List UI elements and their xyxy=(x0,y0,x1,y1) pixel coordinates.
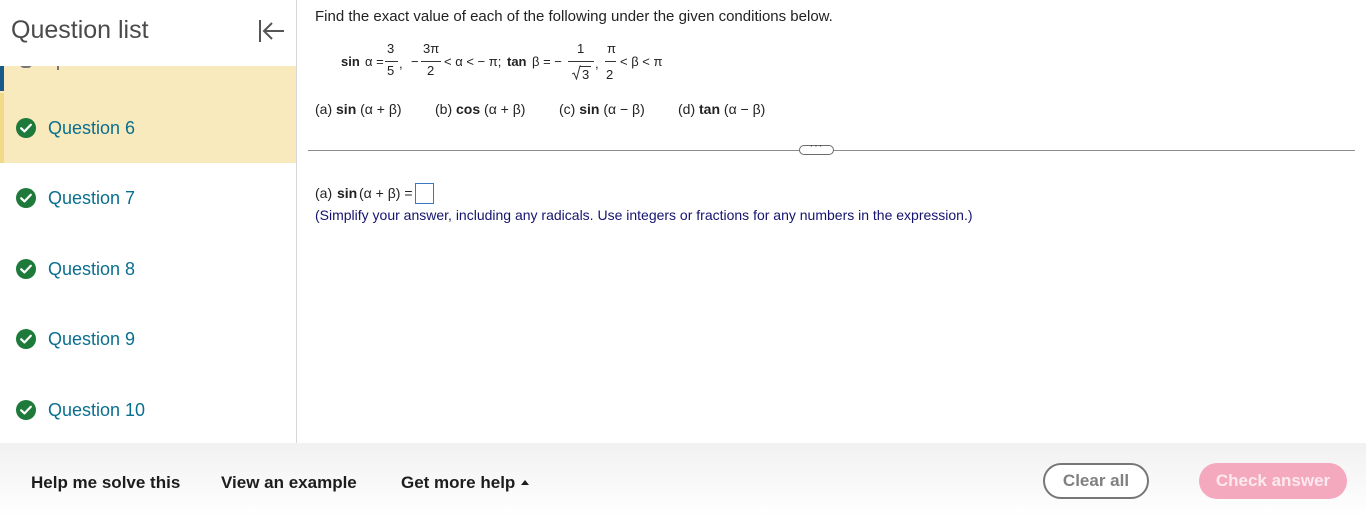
frac1-denominator: 5 xyxy=(387,63,395,78)
part-prefix: (a) xyxy=(315,101,333,117)
tan-label: tan xyxy=(507,54,527,69)
question-label: Question 10 xyxy=(48,400,146,420)
answer-line: (a) sin (α + β) = xyxy=(315,183,715,207)
question-item-6[interactable]: Question 6 xyxy=(0,93,296,163)
current-indicator xyxy=(0,66,4,91)
question-panel: Find the exact value of each of the foll… xyxy=(297,0,1366,443)
frac1-numerator: 3 xyxy=(387,41,395,56)
frac3-denominator: 3 xyxy=(582,67,590,82)
part-func: tan xyxy=(699,101,721,117)
answer-hint: (Simplify your answer, including any rad… xyxy=(315,207,973,223)
part-arg: (α + β) xyxy=(484,101,526,117)
comma: , xyxy=(595,56,599,71)
answer-input[interactable] xyxy=(415,183,434,204)
current-question-bar xyxy=(0,93,4,163)
part-arg: (α − β) xyxy=(603,101,645,117)
part-b: (b) cos (α + β) xyxy=(435,101,525,117)
frac1-line xyxy=(385,61,398,62)
caret-up-icon xyxy=(521,480,530,485)
ellipsis-icon: ··· xyxy=(809,140,824,152)
frac3-line xyxy=(568,61,594,62)
frac3-numerator: 1 xyxy=(577,41,585,56)
question-parts: (a) sin (α + β) (b) cos (α + β) (c) sin … xyxy=(315,101,915,121)
beta-equals: β = − xyxy=(532,54,562,69)
answer-arg: (α + β) = xyxy=(359,185,413,201)
view-example-link[interactable]: View an example xyxy=(221,473,357,493)
comma: , xyxy=(399,56,403,71)
given-conditions: sin α = 3 5 , − 3π 2 < α < − π; tan β = … xyxy=(341,38,741,88)
check-circle-icon xyxy=(16,118,36,138)
question-label: Question 8 xyxy=(48,259,136,279)
part-func: sin xyxy=(579,101,600,117)
question-item-7[interactable]: Question 7 xyxy=(0,163,296,233)
question-instruction: Find the exact value of each of the foll… xyxy=(315,8,833,25)
part-c: (c) sin (α − β) xyxy=(559,101,645,117)
help-me-solve-link[interactable]: Help me solve this xyxy=(31,473,180,493)
part-a: (a) sin (α + β) xyxy=(315,101,402,117)
check-circle-icon xyxy=(16,400,36,420)
check-circle-icon xyxy=(16,329,36,349)
frac4-denominator: 2 xyxy=(606,67,614,82)
frac2-line xyxy=(421,61,441,62)
question-label: Question 9 xyxy=(48,329,136,349)
check-circle-icon xyxy=(16,188,36,208)
part-func: sin xyxy=(336,101,357,117)
get-more-help-link[interactable]: Get more help xyxy=(401,473,530,493)
question-label: Question 6 xyxy=(48,118,136,138)
minus-sign: − xyxy=(411,54,419,69)
sidebar-title: Question list xyxy=(11,16,149,44)
frac4-numerator: π xyxy=(607,41,616,56)
beta-range: < β < π xyxy=(620,54,663,69)
part-arg: (α + β) xyxy=(360,101,402,117)
part-prefix: (d) xyxy=(678,101,696,117)
question-label: Question 7 xyxy=(48,188,136,208)
sidebar-header: Question list xyxy=(0,0,296,66)
sin-label: sin xyxy=(341,54,360,69)
expand-divider-button[interactable]: ··· xyxy=(799,140,834,155)
answer-func: sin xyxy=(337,185,358,201)
part-prefix: (b) xyxy=(435,101,453,117)
question-item-10[interactable]: Question 10 xyxy=(0,375,296,443)
part-func: cos xyxy=(456,101,481,117)
part-prefix: (c) xyxy=(559,101,576,117)
question-list-sidebar: Question 6 Question 7 Question 8 Questio… xyxy=(0,0,297,443)
frac2-numerator: 3π xyxy=(423,41,440,56)
alpha-equals: α = xyxy=(365,54,384,69)
collapse-left-icon[interactable] xyxy=(254,14,288,48)
frac2-denominator: 2 xyxy=(427,63,435,78)
answer-prefix: (a) xyxy=(315,185,333,201)
check-circle-icon xyxy=(16,259,36,279)
clear-all-button[interactable]: Clear all xyxy=(1043,463,1149,499)
frac4-line xyxy=(605,61,616,62)
partial-question-row[interactable] xyxy=(0,62,296,93)
alpha-range: < α < − π; xyxy=(444,54,502,69)
question-item-9[interactable]: Question 9 xyxy=(0,304,296,374)
check-answer-button[interactable]: Check answer xyxy=(1199,463,1347,499)
question-item-8[interactable]: Question 8 xyxy=(0,234,296,304)
sqrt-radical-icon xyxy=(572,65,581,80)
action-footer: Help me solve this View an example Get m… xyxy=(0,443,1366,516)
part-arg: (α − β) xyxy=(723,101,766,117)
part-d: (d) tan (α − β) xyxy=(678,101,765,117)
get-more-help-label: Get more help xyxy=(401,473,516,492)
